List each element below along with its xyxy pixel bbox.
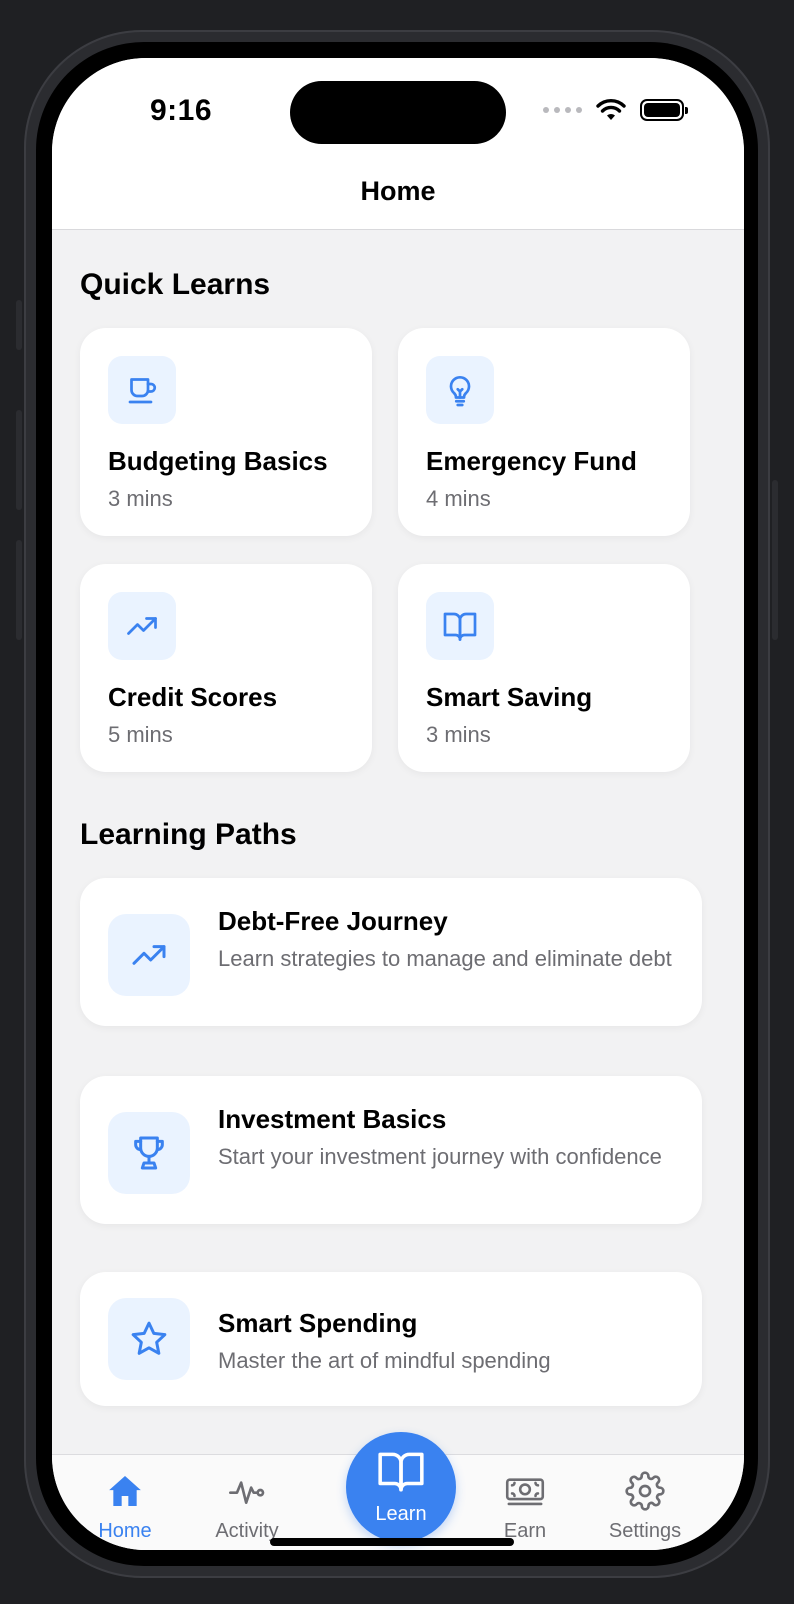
learning-path-card[interactable]: Investment Basics Start your investment …	[80, 1076, 702, 1224]
side-button	[772, 480, 778, 640]
gear-icon	[625, 1471, 665, 1511]
activity-icon	[229, 1481, 265, 1504]
side-button	[16, 300, 22, 350]
home-indicator	[270, 1538, 514, 1546]
trending-up-icon	[108, 914, 190, 996]
learning-paths-heading: Learning Paths	[80, 818, 297, 851]
book-icon	[426, 592, 494, 660]
learning-path-card[interactable]: Smart Spending Master the art of mindful…	[80, 1272, 702, 1406]
learning-path-card[interactable]: Debt-Free Journey Learn strategies to ma…	[80, 878, 702, 1026]
tab-settings[interactable]: Settings	[590, 1471, 700, 1543]
home-icon	[109, 1476, 141, 1506]
signal-icon	[543, 107, 582, 113]
screen: 9:16 Home Quick Learns Budgeting Basics …	[52, 58, 744, 1550]
quick-learn-title: Credit Scores	[108, 682, 278, 712]
side-button	[16, 410, 22, 510]
battery-icon	[640, 99, 688, 121]
lightbulb-icon	[426, 356, 494, 424]
trending-up-icon	[108, 592, 176, 660]
tab-home-label: Home	[98, 1520, 152, 1542]
tab-home[interactable]: Home	[70, 1471, 180, 1543]
learning-path-description: Master the art of mindful spending	[218, 1348, 551, 1373]
trophy-icon	[108, 1112, 190, 1194]
header: 9:16 Home	[52, 58, 744, 230]
quick-learn-title: Smart Saving	[426, 682, 593, 712]
status-time: 9:16	[150, 94, 213, 127]
learning-path-title: Smart Spending	[218, 1308, 418, 1338]
side-button	[16, 540, 22, 640]
star-icon	[108, 1298, 190, 1380]
quick-learn-title: Emergency Fund	[426, 446, 637, 476]
learning-path-title: Debt-Free Journey	[218, 906, 448, 936]
tab-activity[interactable]: Activity	[192, 1471, 302, 1543]
quick-learn-card[interactable]: Emergency Fund 4 mins	[398, 328, 690, 536]
quick-learn-title: Budgeting Basics	[108, 446, 328, 476]
book-icon	[378, 1452, 424, 1492]
tab-earn[interactable]: Earn	[470, 1471, 580, 1543]
quick-learn-card[interactable]: Budgeting Basics 3 mins	[80, 328, 372, 536]
quick-learn-duration: 5 mins	[108, 722, 173, 747]
tab-learn-label: Learn	[375, 1503, 427, 1525]
quick-learns-heading: Quick Learns	[80, 268, 271, 301]
dynamic-island	[290, 81, 506, 144]
quick-learn-duration: 4 mins	[426, 486, 491, 511]
quick-learn-card[interactable]: Credit Scores 5 mins	[80, 564, 372, 772]
quick-learn-card[interactable]: Smart Saving 3 mins	[398, 564, 690, 772]
status-icons	[543, 98, 688, 122]
page-title: Home	[360, 176, 436, 206]
cup-icon	[108, 356, 176, 424]
money-icon	[505, 1478, 545, 1506]
wifi-icon	[596, 99, 626, 120]
learning-path-title: Investment Basics	[218, 1104, 447, 1134]
learning-path-description: Learn strategies to manage and eliminate…	[218, 946, 672, 971]
learning-path-description: Start your investment journey with confi…	[218, 1144, 662, 1169]
quick-learn-duration: 3 mins	[108, 486, 173, 511]
tab-learn[interactable]: Learn	[346, 1432, 456, 1542]
quick-learn-duration: 3 mins	[426, 722, 491, 747]
tab-settings-label: Settings	[608, 1520, 682, 1542]
